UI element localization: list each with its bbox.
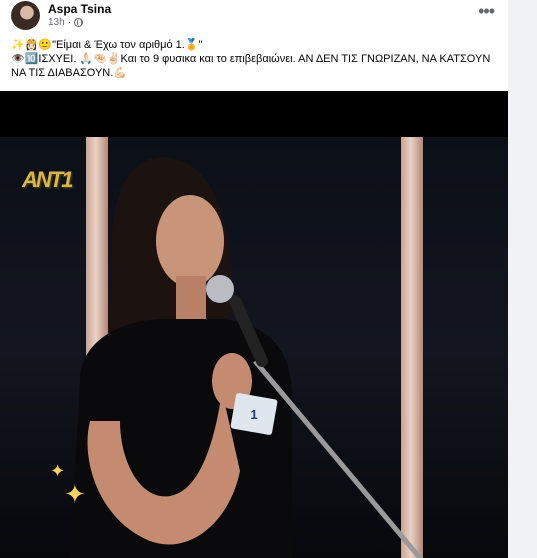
post-text: ✨👸🏻🙂"Είμαι & Έχω τον αριθμό 1.🏅" 👁️🔟ΙΣΧΥ… xyxy=(11,38,501,80)
sparkle-icon: ✦ xyxy=(50,461,66,481)
sparkle-icon: ✦ xyxy=(64,479,86,509)
microphone-head xyxy=(206,275,234,303)
post-text-line: 👁️🔟ΙΣΧΥΕΙ. 🙏🏻🤏🏻✌🏻Και το 9 φυσικα και το … xyxy=(11,53,491,79)
author-name[interactable]: Aspa Tsina xyxy=(48,2,111,16)
author-avatar[interactable] xyxy=(11,1,40,30)
more-options-icon[interactable]: ••• xyxy=(478,2,495,20)
post-meta: 13h · xyxy=(48,17,84,28)
post-header: Aspa Tsina 13h · ••• xyxy=(0,0,508,34)
contestant-number: 1 xyxy=(250,407,257,422)
face xyxy=(156,195,224,287)
post-timestamp[interactable]: 13h xyxy=(48,17,65,28)
post-card: Aspa Tsina 13h · ••• ✨👸🏻🙂"Είμαι & Έχω το… xyxy=(0,0,508,558)
post-video[interactable]: ANT1 1 ✦ ✦ xyxy=(0,91,508,558)
post-text-line: ✨👸🏻🙂"Είμαι & Έχω τον αριθμό 1.🏅" xyxy=(11,39,203,51)
globe-icon xyxy=(74,18,84,27)
neck xyxy=(176,276,206,326)
